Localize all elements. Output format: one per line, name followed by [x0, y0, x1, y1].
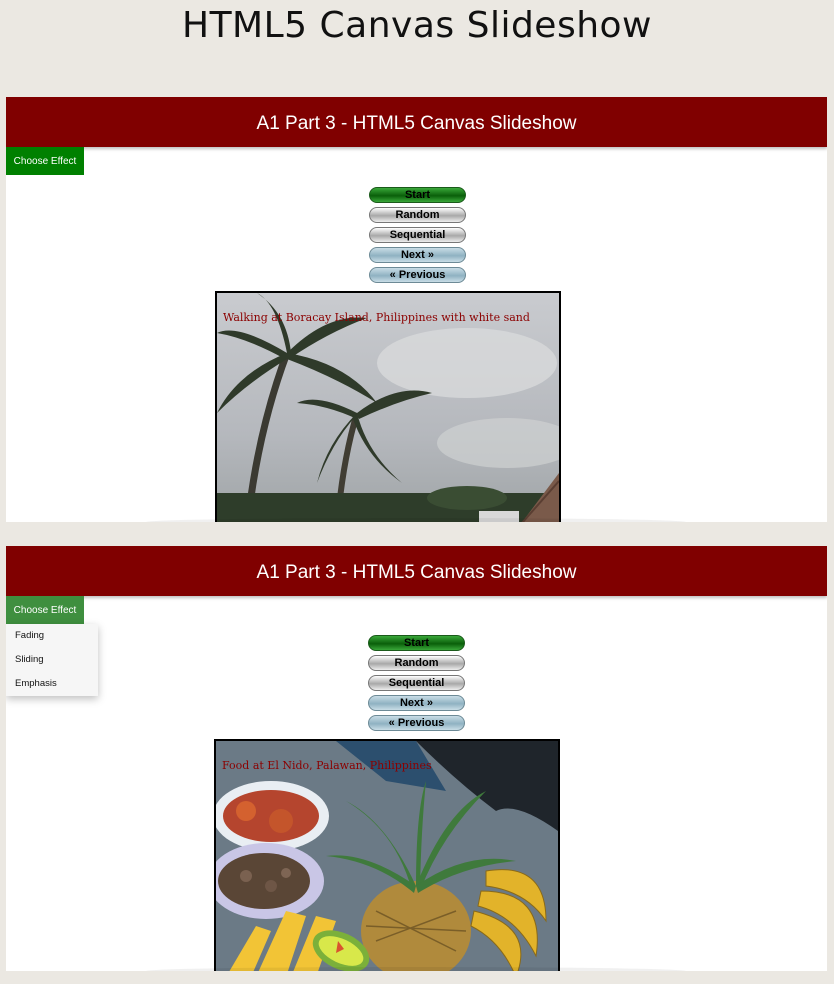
page-title: HTML5 Canvas Slideshow	[182, 5, 652, 46]
slide-caption: Walking at Boracay Island, Philippines w…	[223, 311, 530, 324]
effect-dropdown-menu: Fading Sliding Emphasis	[6, 624, 98, 696]
start-button[interactable]: Start	[368, 635, 465, 651]
slideshow-controls: Start Random Sequential Next » « Previou…	[369, 187, 466, 283]
choose-effect-button[interactable]: Choose Effect	[6, 596, 84, 624]
effect-option-fading[interactable]: Fading	[6, 624, 98, 648]
random-button[interactable]: Random	[368, 655, 465, 671]
random-button[interactable]: Random	[369, 207, 466, 223]
slideshow-panel: A1 Part 3 - HTML5 Canvas Slideshow Choos…	[6, 97, 827, 522]
slideshow-controls: Start Random Sequential Next » « Previou…	[368, 635, 465, 731]
choose-effect-button[interactable]: Choose Effect	[6, 147, 84, 175]
slideshow-banner: A1 Part 3 - HTML5 Canvas Slideshow	[6, 97, 827, 147]
previous-button[interactable]: « Previous	[368, 715, 465, 731]
sequential-button[interactable]: Sequential	[369, 227, 466, 243]
next-button[interactable]: Next »	[369, 247, 466, 263]
sequential-button[interactable]: Sequential	[368, 675, 465, 691]
next-button[interactable]: Next »	[368, 695, 465, 711]
beach-palm-image	[217, 293, 559, 522]
effect-option-emphasis[interactable]: Emphasis	[6, 672, 98, 696]
slideshow-panel: A1 Part 3 - HTML5 Canvas Slideshow Choos…	[6, 546, 827, 971]
slideshow-canvas: Food at El Nido, Palawan, Philippines	[214, 739, 560, 971]
effect-option-sliding[interactable]: Sliding	[6, 648, 98, 672]
start-button[interactable]: Start	[369, 187, 466, 203]
panel-shadow	[146, 967, 686, 971]
slideshow-canvas: Walking at Boracay Island, Philippines w…	[215, 291, 561, 522]
panel-shadow	[146, 518, 686, 522]
previous-button[interactable]: « Previous	[369, 267, 466, 283]
slide-caption: Food at El Nido, Palawan, Philippines	[222, 759, 432, 772]
food-platter-image	[216, 741, 558, 971]
slideshow-banner: A1 Part 3 - HTML5 Canvas Slideshow	[6, 546, 827, 596]
